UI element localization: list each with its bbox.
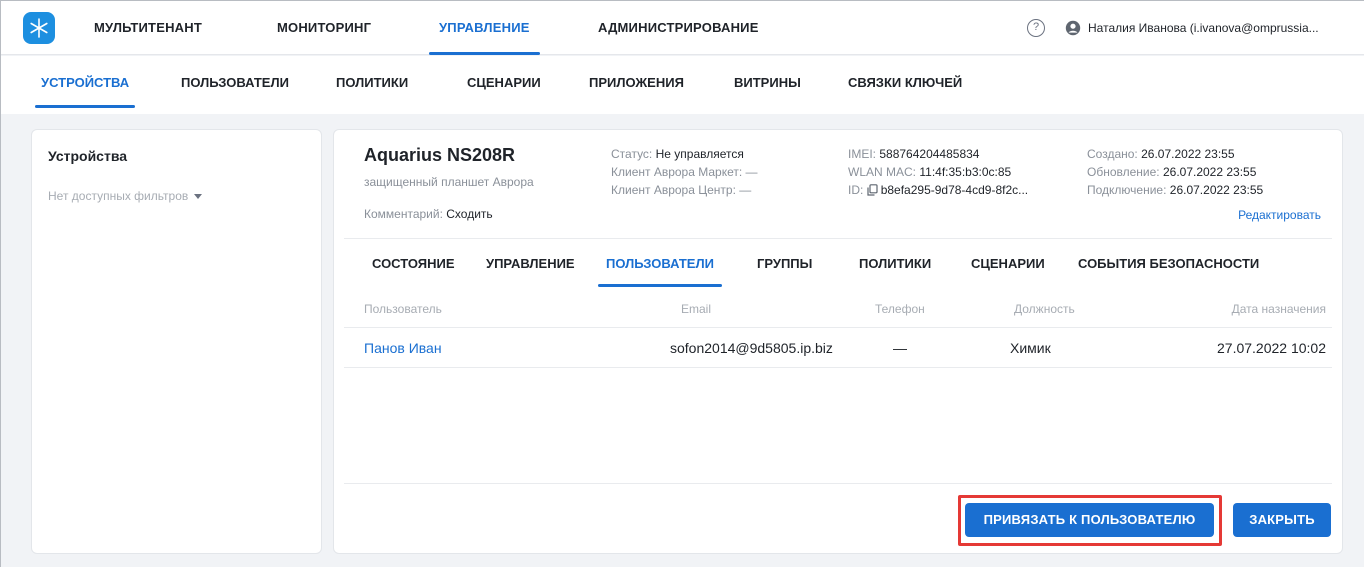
comment-label: Комментарий: [364,207,443,221]
filter-dropdown[interactable]: Нет доступных фильтров [48,189,203,203]
sub-nav: УСТРОЙСТВА ПОЛЬЗОВАТЕЛИ ПОЛИТИКИ СЦЕНАРИ… [1,56,1364,114]
device-identifiers-block: IMEI: 588764204485834 WLAN MAC: 11:4f:35… [848,145,1028,199]
close-button[interactable]: ЗАКРЫТЬ [1233,503,1331,537]
market-value: — [745,165,758,179]
center-value: — [739,183,752,197]
column-phone[interactable]: Телефон [875,290,925,328]
user-link[interactable]: Панов Иван [364,328,442,368]
table-row[interactable]: Панов Иван sofon2014@9d5805.ip.biz — Хим… [344,328,1332,368]
user-avatar-icon[interactable] [1065,20,1081,36]
filter-dropdown-label: Нет доступных фильтров [48,189,189,203]
tab-management[interactable]: УПРАВЛЕНИЕ [486,239,575,287]
subnav-devices[interactable]: УСТРОЙСТВА [34,56,136,114]
subnav-showcases[interactable]: ВИТРИНЫ [734,56,801,114]
tab-scenarios[interactable]: СЦЕНАРИИ [971,239,1045,287]
user-email: sofon2014@9d5805.ip.biz [670,340,833,356]
topnav-monitoring[interactable]: МОНИТОРИНГ [277,1,371,55]
subnav-keychains[interactable]: СВЯЗКИ КЛЮЧЕЙ [848,56,962,114]
filter-panel-title: Устройства [48,148,128,164]
wlan-value: 11:4f:35:b3:0c:85 [919,165,1012,179]
status-value: Не управляется [655,147,744,161]
tab-policies[interactable]: ПОЛИТИКИ [859,239,931,287]
subnav-users[interactable]: ПОЛЬЗОВАТЕЛИ [181,56,289,114]
connected-label: Подключение: [1087,183,1167,197]
device-detail-panel: Aquarius NS208R защищенный планшет Аврор… [333,129,1343,554]
connected-value: 26.07.2022 23:55 [1169,183,1264,197]
user-name[interactable]: Наталия Иванова (i.ivanova@omprussia... [1088,1,1356,55]
column-user[interactable]: Пользователь [364,290,442,328]
copy-icon[interactable] [867,184,878,196]
imei-label: IMEI: [848,147,877,161]
top-nav: МУЛЬТИТЕНАНТ МОНИТОРИНГ УПРАВЛЕНИЕ АДМИН… [1,1,1364,55]
updated-label: Обновление: [1087,165,1160,179]
tab-state[interactable]: СОСТОЯНИЕ [372,239,455,287]
bind-to-user-button[interactable]: ПРИВЯЗАТЬ К ПОЛЬЗОВАТЕЛЮ [965,503,1214,537]
market-label: Клиент Аврора Маркет: [611,165,743,179]
user-phone: — [893,340,907,356]
subnav-policies[interactable]: ПОЛИТИКИ [336,56,408,114]
device-name: Aquarius NS208R [364,145,516,165]
user-position: Химик [1010,340,1051,356]
device-status-block: Статус: Не управляется Клиент Аврора Мар… [611,145,758,199]
help-icon[interactable]: ? [1027,19,1045,37]
tab-users[interactable]: ПОЛЬЗОВАТЕЛИ [598,239,722,287]
device-dates-block: Создано: 26.07.2022 23:55 Обновление: 26… [1087,145,1263,199]
updated-value: 26.07.2022 23:55 [1162,165,1257,179]
device-tabs: СОСТОЯНИЕ УПРАВЛЕНИЕ ПОЛЬЗОВАТЕЛИ ГРУППЫ… [344,238,1332,287]
devices-filter-panel: Устройства Нет доступных фильтров [31,129,322,554]
column-position[interactable]: Должность [1014,290,1075,328]
device-comment: Комментарий: Сходить [364,207,493,221]
assign-date: 27.07.2022 10:02 [1217,340,1326,356]
footer-divider [344,483,1332,484]
device-type: защищенный планшет Аврора [364,175,534,189]
imei-value: 588764204485834 [879,147,980,161]
column-assign-date[interactable]: Дата назначения [1232,290,1326,328]
app-logo-icon[interactable] [23,12,55,44]
tab-security-events[interactable]: СОБЫТИЯ БЕЗОПАСНОСТИ [1078,239,1259,287]
users-table-header: Пользователь Email Телефон Должность Дат… [344,290,1332,328]
id-value: b8efa295-9d78-4cd9-8f2c... [880,183,1029,197]
wlan-label: WLAN MAC: [848,165,917,179]
column-email[interactable]: Email [681,290,711,328]
topnav-multitenant[interactable]: МУЛЬТИТЕНАНТ [94,1,202,55]
tab-groups[interactable]: ГРУППЫ [757,239,812,287]
chevron-down-icon [194,193,203,199]
subnav-scenarios[interactable]: СЦЕНАРИИ [467,56,541,114]
center-label: Клиент Аврора Центр: [611,183,736,197]
edit-device-link[interactable]: Редактировать [1238,208,1321,222]
created-value: 26.07.2022 23:55 [1141,147,1235,161]
created-label: Создано: [1087,147,1138,161]
topnav-administration[interactable]: АДМИНИСТРИРОВАНИЕ [598,1,759,55]
status-label: Статус: [611,147,653,161]
comment-value: Сходить [446,207,493,221]
id-label: ID: [848,183,864,197]
subnav-apps[interactable]: ПРИЛОЖЕНИЯ [589,56,684,114]
topnav-management[interactable]: УПРАВЛЕНИЕ [429,1,540,55]
